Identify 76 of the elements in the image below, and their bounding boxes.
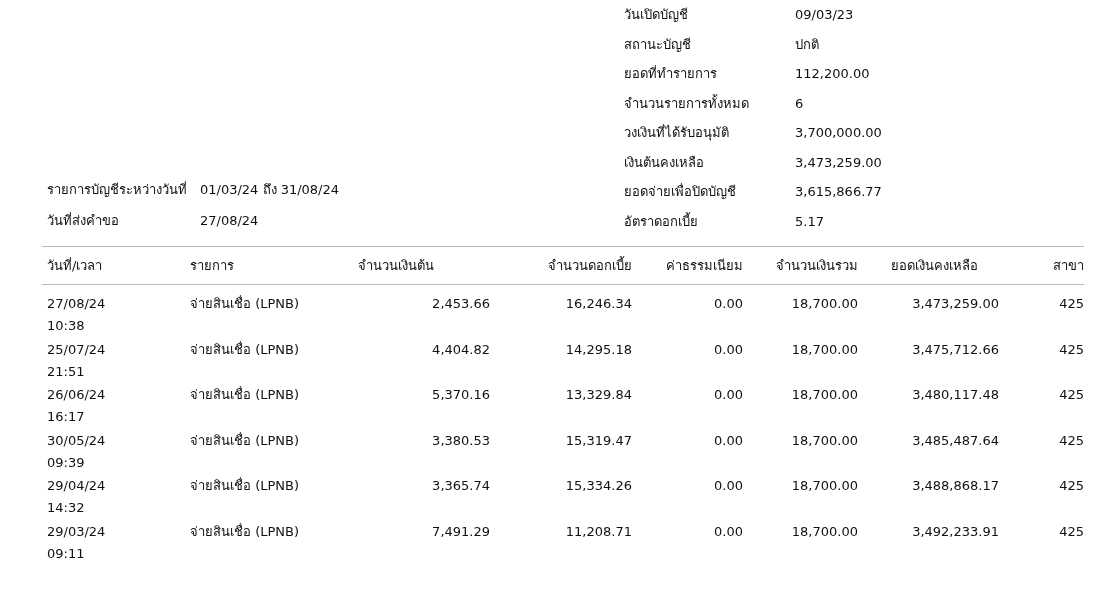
table-cell: 3,475,712.66 (912, 341, 999, 357)
table-cell: 18,700.00 (791, 387, 858, 402)
table-cell: จ่ายสินเชื่อ (LPNB) (190, 523, 299, 539)
table-cell: 425 (1059, 523, 1084, 539)
table-cell-text: 29/03/24 09:11 (47, 522, 107, 563)
table-cell: 4,404.82 (432, 341, 490, 357)
field-label: ยอดที่ทำรายการ (624, 64, 718, 84)
column-header: สาขา (1052, 257, 1084, 275)
table-cell: 11,208.71 (565, 523, 632, 539)
table-cell: 0.00 (714, 296, 743, 311)
table-cell-text: 26/06/24 16:17 (47, 386, 107, 426)
table-cell: 3,365.74 (432, 478, 490, 493)
table-cell-text: 30/05/24 09:39 (47, 431, 107, 472)
field-value: 112,200.00 (795, 66, 870, 82)
field-label: อัตราดอกเบี้ย (624, 211, 699, 231)
field-value: 01/03/24 ถึง 31/08/24 (200, 181, 340, 199)
table-cell: 3,480,117.48 (912, 387, 999, 402)
table-cell: 18,700.00 (791, 432, 858, 448)
field-label: วันที่ส่งคำขอ (46, 211, 120, 230)
field-label: รายการบัญชีระหว่างวันที่ (46, 180, 188, 199)
table-cell: จ่ายสินเชื่อ (LPNB) (190, 478, 299, 493)
table-cell: 18,700.00 (791, 341, 858, 357)
table-cell: จ่ายสินเชื่อ (LPNB) (190, 387, 299, 402)
field-value: 27/08/24 (200, 213, 259, 228)
table-cell: 16,246.34 (565, 296, 632, 311)
field-value: 3,615,866.77 (795, 184, 882, 200)
table-cell: 3,485,487.64 (912, 432, 999, 448)
table-cell: 425 (1059, 296, 1084, 311)
table-cell: 15,334.26 (565, 478, 632, 493)
table-cell: 3,492,233.91 (912, 523, 999, 539)
table-cell: 0.00 (714, 341, 743, 357)
field-value: 6 (795, 95, 804, 111)
table-cell: 3,380.53 (432, 432, 490, 448)
table-cell: 15,319.47 (565, 432, 632, 448)
field-label: วันเปิดบัญชี (624, 6, 689, 25)
table-cell: 18,700.00 (791, 523, 858, 539)
column-header: วันที่/เวลา (46, 256, 104, 275)
table-cell: 425 (1059, 341, 1084, 357)
table-cell: 2,453.66 (432, 296, 490, 311)
table-cell: 425 (1059, 387, 1084, 402)
table-cell: 0.00 (714, 387, 743, 402)
field-value: 3,700,000.00 (795, 125, 882, 141)
table-cell-text: 29/04/24 14:32 (47, 477, 107, 517)
field-label: สถานะบัญชี (624, 35, 692, 54)
field-label: ยอดจ่ายเพื่อปิดบัญชี (624, 182, 737, 202)
table-cell: 425 (1059, 478, 1084, 493)
field-value: ปกติ (795, 35, 819, 54)
field-value: 3,473,259.00 (795, 154, 882, 170)
table-cell: 3,473,259.00 (912, 296, 999, 311)
table-cell: 0.00 (714, 478, 743, 493)
table-cell: 18,700.00 (791, 296, 858, 311)
column-header: จำนวนเงินต้น (357, 257, 435, 275)
field-label: วงเงินที่ได้รับอนุมัติ (624, 123, 730, 143)
table-cell: 425 (1059, 432, 1084, 448)
table-cell: 7,491.29 (432, 523, 490, 539)
table-cell-text: 27/08/24 10:38 (47, 295, 107, 335)
table-cell-text: 25/07/24 21:51 (47, 340, 107, 381)
column-header: ค่าธรรมเนียม (665, 257, 744, 275)
table-cell: 14,295.18 (565, 341, 632, 357)
table-cell: จ่ายสินเชื่อ (LPNB) (190, 341, 299, 357)
field-label: จำนวนรายการทั้งหมด (624, 93, 750, 113)
table-cell: 18,700.00 (791, 478, 858, 493)
column-header: ยอดเงินคงเหลือ (889, 257, 979, 275)
table-cell: 0.00 (714, 523, 743, 539)
table-cell: 3,488,868.17 (912, 478, 999, 493)
column-header: จำนวนดอกเบี้ย (547, 255, 633, 275)
field-value: 09/03/23 (795, 7, 854, 23)
column-header: รายการ (189, 257, 235, 275)
field-value: 5.17 (795, 213, 824, 229)
field-label: เงินต้นคงเหลือ (624, 153, 705, 172)
table-cell: 0.00 (714, 432, 743, 448)
table-cell: 13,329.84 (565, 387, 632, 402)
table-cell: จ่ายสินเชื่อ (LPNB) (190, 432, 299, 448)
table-cell: จ่ายสินเชื่อ (LPNB) (190, 296, 299, 311)
table-cell: 5,370.16 (432, 387, 490, 402)
column-header: จำนวนเงินรวม (775, 257, 859, 275)
